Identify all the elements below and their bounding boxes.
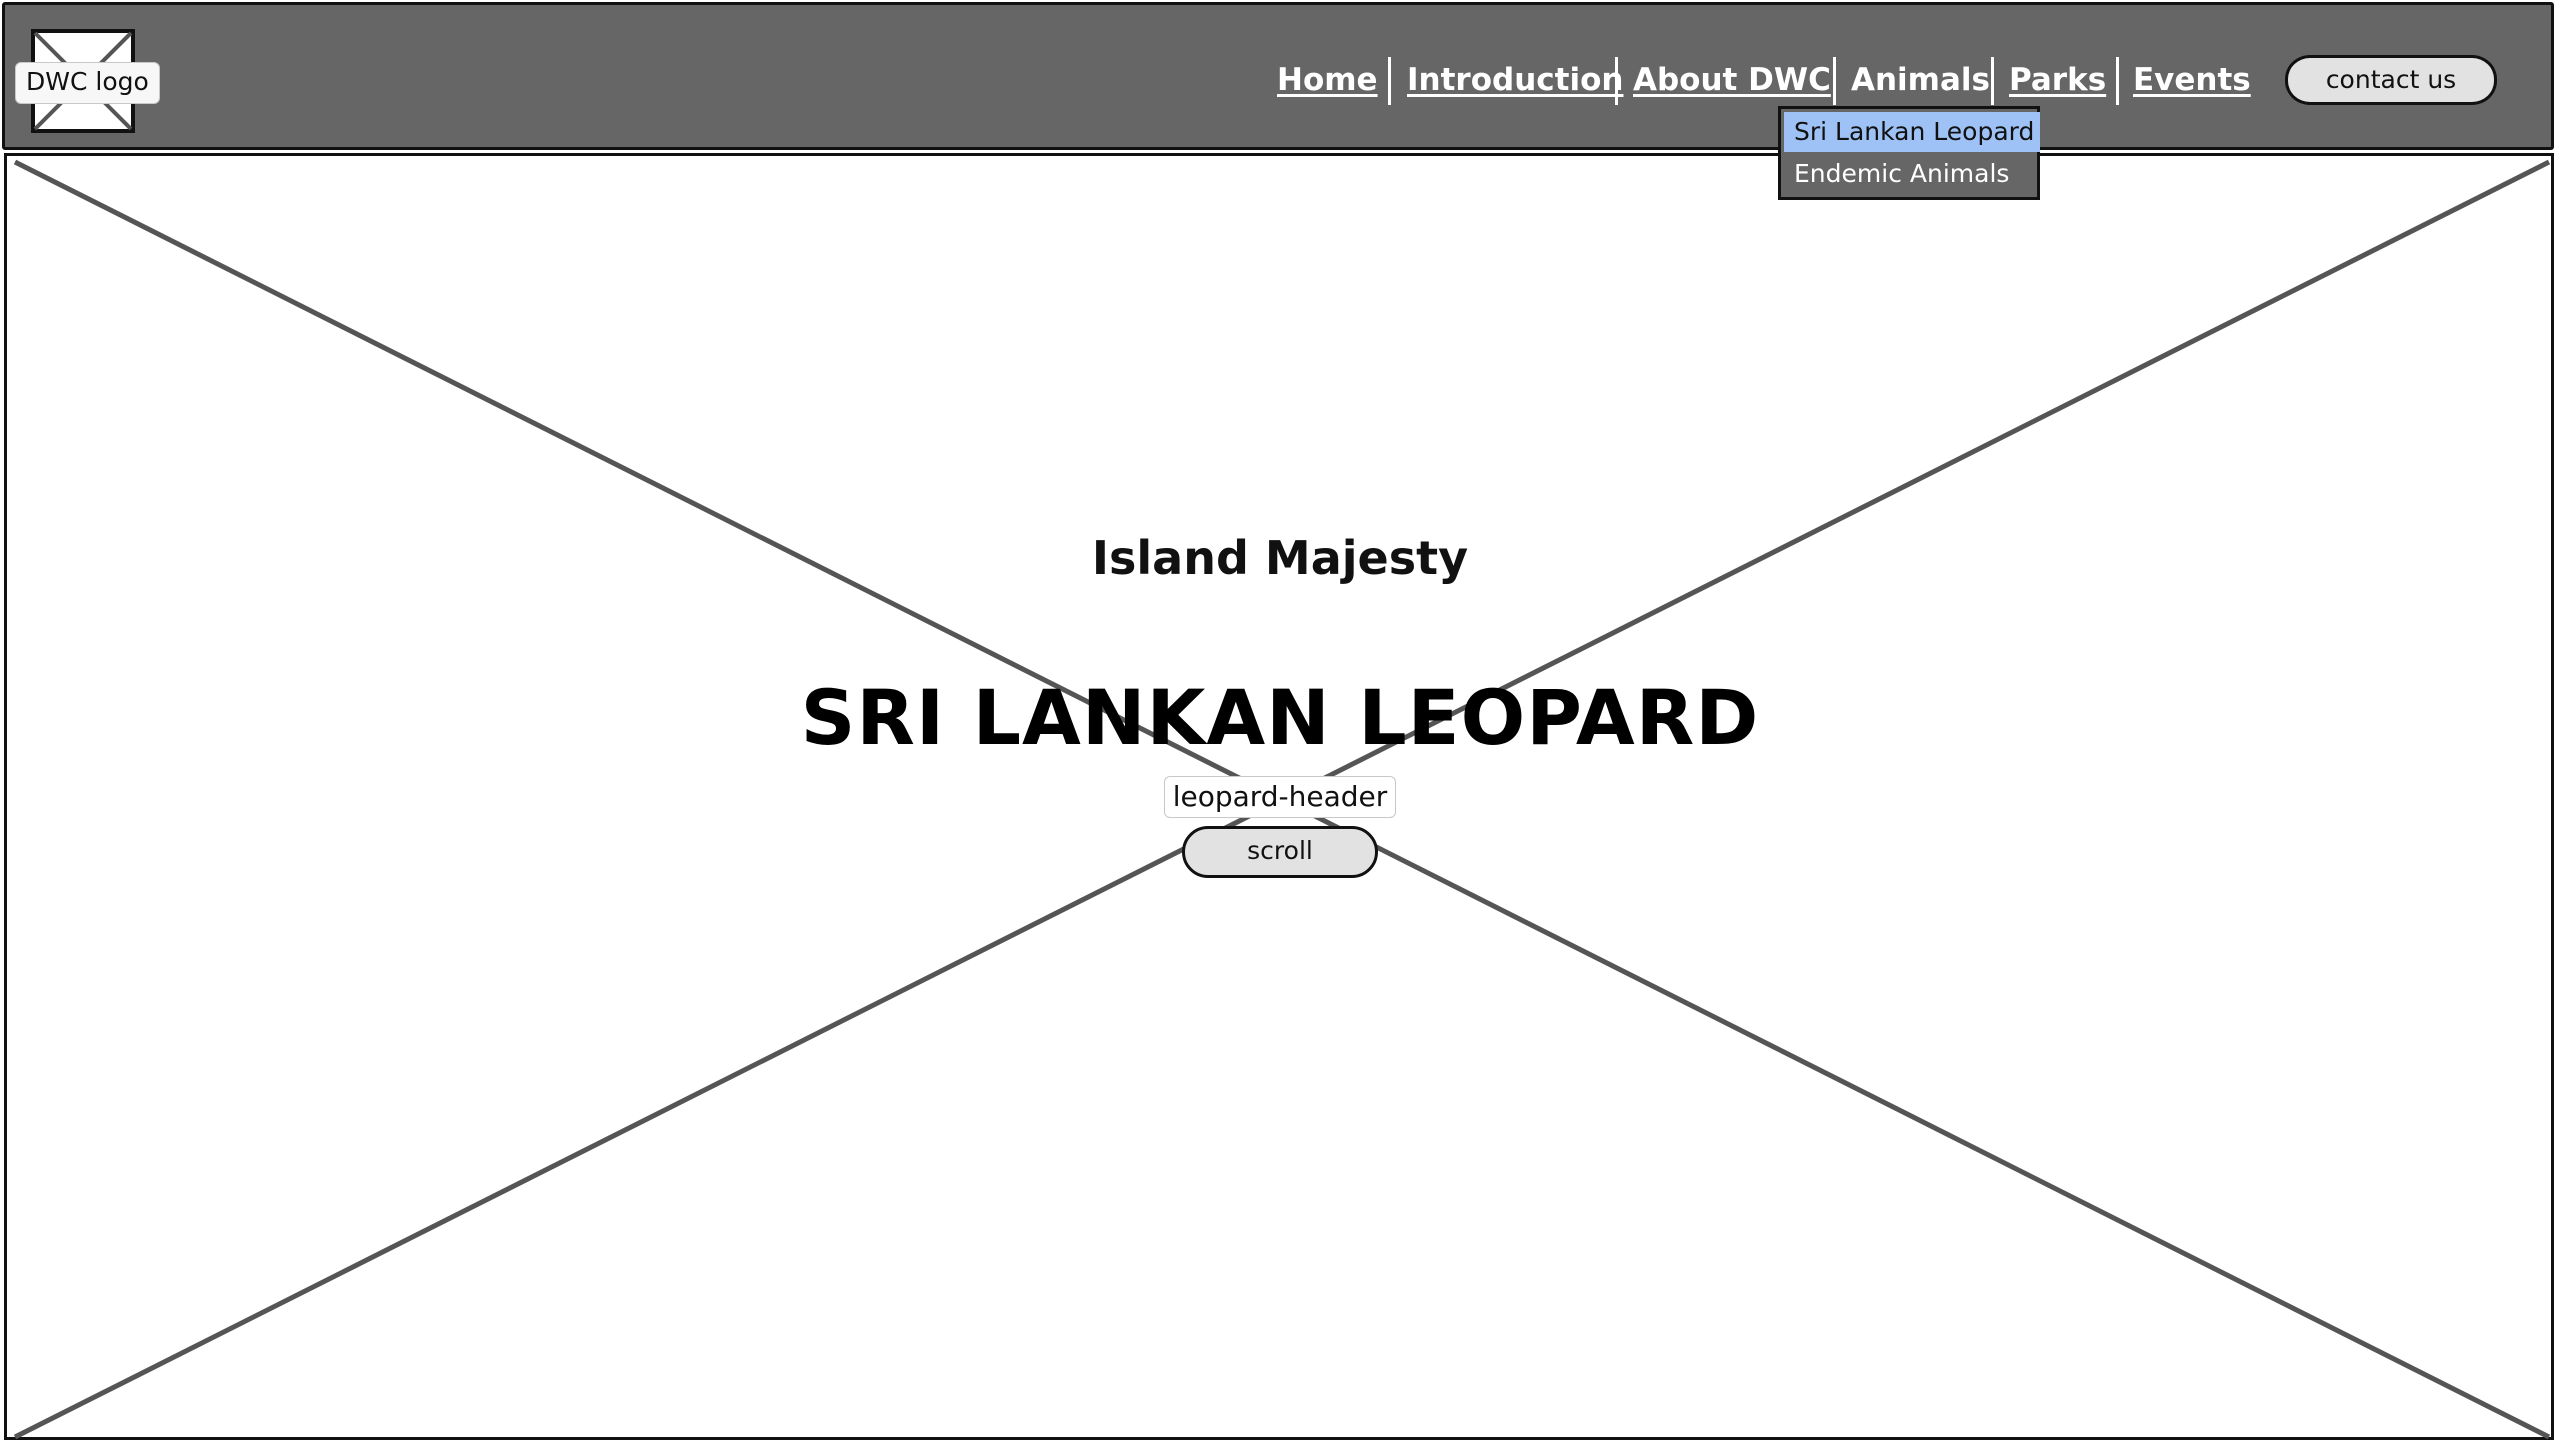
contact-us-button[interactable]: contact us xyxy=(2285,55,2497,105)
logo-label: DWC logo xyxy=(15,62,160,104)
hero-title: SRI LANKAN LEOPARD xyxy=(800,673,1760,762)
nav-link-introduction[interactable]: Introduction xyxy=(1407,57,1623,103)
nav-divider xyxy=(2116,57,2119,105)
animals-dropdown-menu: Sri Lankan Leopard Endemic Animals xyxy=(1778,106,2040,200)
nav-divider xyxy=(1388,57,1391,105)
dropdown-item-endemic-animals[interactable]: Endemic Animals xyxy=(1784,154,2040,194)
hero-image-label: leopard-header xyxy=(1164,776,1396,818)
site-header: DWC logo Home Introduction About DWC Ani… xyxy=(2,2,2554,150)
nav-link-home[interactable]: Home xyxy=(1277,57,1378,103)
nav-link-animals[interactable]: Animals xyxy=(1851,57,1990,103)
nav-link-parks[interactable]: Parks xyxy=(2009,57,2106,103)
scroll-button[interactable]: scroll xyxy=(1182,826,1378,878)
hero-subtitle: Island Majesty xyxy=(1091,531,1469,585)
nav-link-events[interactable]: Events xyxy=(2133,57,2251,103)
dropdown-item-sri-lankan-leopard[interactable]: Sri Lankan Leopard xyxy=(1784,112,2040,152)
nav-link-about-dwc[interactable]: About DWC xyxy=(1633,57,1831,103)
nav-divider xyxy=(1833,57,1836,105)
nav-divider xyxy=(1991,57,1994,105)
nav-divider xyxy=(1615,57,1618,105)
